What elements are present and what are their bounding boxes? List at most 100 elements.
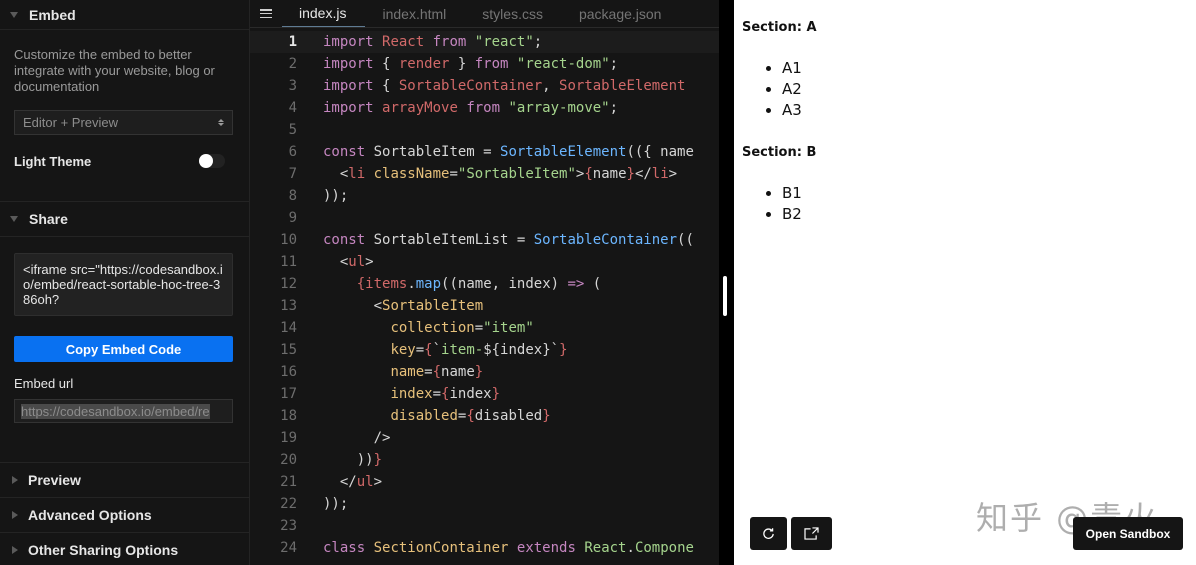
- embed-url-input[interactable]: https://codesandbox.io/embed/re: [14, 399, 233, 423]
- code-text: import React from "react";: [323, 31, 718, 53]
- line-number: 18: [280, 408, 297, 424]
- code-token: from: [432, 34, 467, 50]
- line-number: 23: [280, 518, 297, 534]
- code-line[interactable]: 11 <ul>: [250, 251, 719, 273]
- code-line[interactable]: 18 disabled={disabled}: [250, 405, 719, 427]
- copy-embed-code-button[interactable]: Copy Embed Code: [14, 336, 233, 362]
- code-line[interactable]: 20 ))}: [250, 449, 719, 471]
- line-number: 5: [288, 122, 297, 138]
- code-token: "react-dom": [516, 56, 610, 72]
- code-line[interactable]: 8));: [250, 185, 719, 207]
- embed-code-textarea[interactable]: <iframe src="https://codesandbox.io/embe…: [14, 253, 233, 316]
- list-item[interactable]: A1: [782, 58, 802, 79]
- code-token: {: [373, 56, 399, 72]
- code-token: key: [390, 342, 416, 358]
- code-token: =: [432, 386, 442, 402]
- menu-button[interactable]: [250, 0, 282, 27]
- code-line[interactable]: 22));: [250, 493, 719, 515]
- light-theme-row: Light Theme: [0, 141, 249, 181]
- code-token: items: [365, 276, 408, 292]
- file-tabs: index.js index.html styles.css package.j…: [250, 0, 719, 28]
- code-token: import: [323, 100, 374, 116]
- tab-index-js[interactable]: index.js: [282, 0, 366, 27]
- code-text: ));: [323, 493, 718, 515]
- code-area[interactable]: 1 import React from "react"; 2 import { ren…: [250, 28, 719, 559]
- code-line[interactable]: 12 {items.map((name, index) => (: [250, 273, 719, 295]
- code-line[interactable]: 7 <li className="SortableItem">{name}</l…: [250, 163, 719, 185]
- list-item[interactable]: A2: [782, 79, 802, 100]
- refresh-button[interactable]: [750, 517, 787, 550]
- line-number: 6: [288, 144, 297, 160]
- code-token: SortableContainer: [398, 78, 543, 94]
- code-line[interactable]: 6 const SortableItem = SortableElement(({…: [250, 141, 719, 163]
- code-token: name: [592, 166, 627, 182]
- code-token: =: [449, 166, 458, 182]
- code-line[interactable]: 13 <SortableItem: [250, 295, 719, 317]
- code-token: disabled: [390, 408, 458, 424]
- list-item[interactable]: B1: [782, 183, 802, 204]
- code-line[interactable]: 2 import { render } from "react-dom";: [250, 53, 719, 75]
- embed-description: Customize the embed to better integrate …: [14, 47, 215, 94]
- code-line[interactable]: 21 </ul>: [250, 471, 719, 493]
- code-token: .: [626, 540, 635, 556]
- code-token: =>: [567, 276, 585, 292]
- code-line[interactable]: 4 import arrayMove from "array-move";: [250, 97, 719, 119]
- code-token: .: [407, 276, 416, 292]
- other-sharing-options-section-header[interactable]: Other Sharing Options: [0, 533, 249, 565]
- code-line[interactable]: 3 import { SortableContainer, SortableEle…: [250, 75, 719, 97]
- code-token: <: [323, 254, 349, 270]
- toggle-knob: [199, 154, 213, 168]
- open-in-new-window-button[interactable]: [791, 517, 832, 550]
- light-theme-label: Light Theme: [14, 153, 92, 169]
- code-text: const SortableItemList = SortableContain…: [323, 229, 718, 251]
- code-line[interactable]: 17 index={index}: [250, 383, 719, 405]
- resize-handle[interactable]: [723, 276, 727, 316]
- hamburger-menu-icon: [260, 9, 272, 18]
- code-token: from: [474, 56, 509, 72]
- list-item[interactable]: A3: [782, 100, 802, 121]
- embed-section-header[interactable]: Embed: [0, 0, 249, 30]
- other-sharing-options-title: Other Sharing Options: [28, 542, 179, 558]
- code-text: name={name}: [323, 361, 718, 383]
- code-line[interactable]: 5: [250, 119, 719, 141]
- code-line[interactable]: 19 />: [250, 427, 719, 449]
- code-text: import { render } from "react-dom";: [323, 53, 718, 75]
- light-theme-toggle[interactable]: [199, 154, 225, 168]
- code-text: class SectionContainer extends React.Com…: [323, 537, 718, 559]
- code-token: "array-move": [508, 100, 610, 116]
- code-line[interactable]: 15 key={`item-${index}`}: [250, 339, 719, 361]
- line-number: 3: [288, 78, 297, 94]
- code-line[interactable]: 16 name={name}: [250, 361, 719, 383]
- code-line[interactable]: 10 const SortableItemList = SortableConta…: [250, 229, 719, 251]
- advanced-options-section-header[interactable]: Advanced Options: [0, 498, 249, 533]
- code-line[interactable]: 24 class SectionContainer extends React.C…: [250, 537, 719, 559]
- code-text: import arrayMove from "array-move";: [323, 97, 718, 119]
- code-token: arrayMove: [382, 100, 458, 116]
- tab-package-json[interactable]: package.json: [562, 0, 681, 27]
- view-mode-select[interactable]: Editor + Preview: [14, 110, 233, 135]
- code-token: SortableElement: [559, 78, 686, 94]
- code-line[interactable]: 9: [250, 207, 719, 229]
- open-sandbox-button[interactable]: Open Sandbox: [1073, 517, 1183, 550]
- line-number: 10: [280, 232, 297, 248]
- code-line[interactable]: 23: [250, 515, 719, 537]
- code-token: {: [432, 364, 442, 380]
- code-line[interactable]: 14 collection="item": [250, 317, 719, 339]
- code-line[interactable]: 1 import React from "react";: [250, 31, 719, 53]
- preview-section-header[interactable]: Preview: [0, 463, 249, 498]
- section-b-list: B1 B2: [734, 183, 802, 225]
- code-token: SortableContainer: [533, 232, 678, 248]
- code-token: }: [373, 452, 383, 468]
- tab-index-html[interactable]: index.html: [365, 0, 465, 27]
- list-item[interactable]: B2: [782, 204, 802, 225]
- code-token: }: [474, 364, 484, 380]
- code-token: className: [373, 166, 450, 182]
- tab-styles-css[interactable]: styles.css: [465, 0, 562, 27]
- collapsed-sections: Preview Advanced Options Other Sharing O…: [0, 462, 249, 565]
- share-section-header[interactable]: Share: [0, 201, 249, 237]
